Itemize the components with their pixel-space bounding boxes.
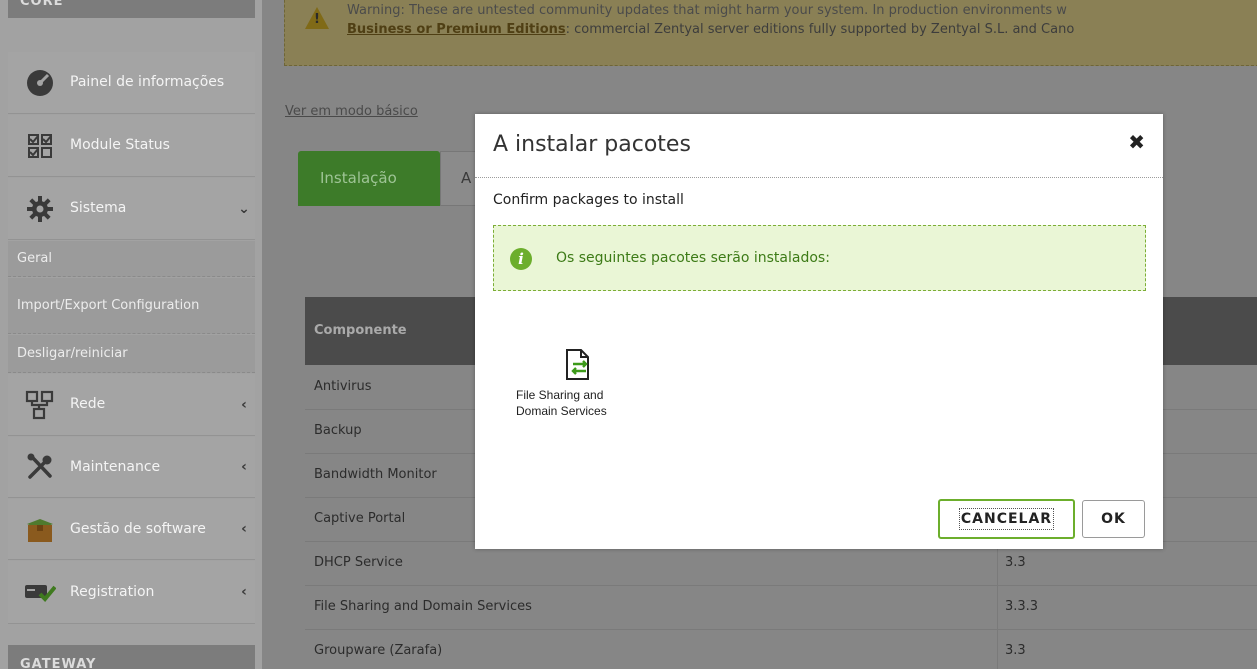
warning-text: Warning: These are untested community up…	[347, 3, 1067, 18]
sidebar-item-sistema[interactable]: Sistema ⌄	[8, 178, 255, 240]
warning-icon: !	[305, 7, 329, 29]
dialog-subtitle: Confirm packages to install	[493, 192, 684, 208]
sidebar-section-gateway: GATEWAY	[8, 645, 255, 669]
basic-mode-link[interactable]: Ver em modo básico	[285, 104, 418, 119]
sidebar-item-registration[interactable]: Registration ‹	[8, 561, 255, 624]
chevron-left-icon: ‹	[241, 521, 247, 537]
file-sharing-icon	[564, 349, 592, 381]
sidebar-subitem-import-export[interactable]: Import/Export Configuration	[8, 278, 255, 334]
editions-link[interactable]: Business or Premium Editions	[347, 22, 566, 37]
sidebar-subitem-shutdown[interactable]: Desligar/reiniciar	[8, 335, 255, 373]
chevron-left-icon: ‹	[241, 459, 247, 475]
sidebar-item-label: Module Status	[70, 137, 170, 153]
sidebar-item-rede[interactable]: Rede ‹	[8, 374, 255, 436]
install-packages-dialog: A instalar pacotes ✖ Confirm packages to…	[475, 114, 1163, 549]
sidebar-item-label: Sistema	[70, 200, 127, 216]
info-text: Os seguintes pacotes serão instalados:	[556, 250, 830, 266]
table-row: Groupware (Zarafa) 3.3	[305, 630, 1257, 669]
sidebar-item-label: Registration	[70, 583, 155, 600]
sidebar-item-module-status[interactable]: Module Status	[8, 115, 255, 177]
dialog-title: A instalar pacotes	[493, 132, 691, 157]
network-icon	[20, 389, 60, 421]
info-icon: i	[510, 248, 532, 270]
sidebar-item-label: Maintenance	[70, 458, 161, 475]
chevron-left-icon: ‹	[241, 584, 247, 600]
sidebar-item-dashboard[interactable]: Painel de informações	[8, 52, 255, 114]
cancel-button[interactable]: CANCELAR	[938, 499, 1075, 539]
package-item: File Sharing and Domain Services	[508, 349, 648, 419]
software-box-icon	[20, 513, 60, 545]
sidebar-section-core: CORE	[8, 0, 255, 18]
sidebar-subitem-geral[interactable]: Geral	[8, 241, 255, 277]
chevron-down-icon: ⌄	[238, 200, 250, 217]
tab-other[interactable]: A	[440, 151, 480, 206]
chevron-left-icon: ‹	[241, 396, 247, 413]
dialog-divider	[475, 177, 1163, 178]
package-label: File Sharing and Domain Services	[516, 388, 607, 418]
warning-text-line2: Business or Premium Editions: commercial…	[347, 22, 1075, 37]
gear-icon	[20, 193, 60, 225]
close-icon[interactable]: ✖	[1128, 130, 1145, 154]
sidebar-item-label: Gestão de software	[70, 520, 206, 537]
ok-button[interactable]: OK	[1082, 500, 1145, 538]
table-row: File Sharing and Domain Services 3.3.3	[305, 586, 1257, 630]
info-box: i Os seguintes pacotes serão instalados:	[493, 225, 1146, 291]
sidebar-item-software[interactable]: Gestão de software ‹	[8, 499, 255, 560]
dashboard-icon	[20, 67, 60, 99]
warning-box: ! Warning: These are untested community …	[284, 0, 1257, 66]
checkbox-grid-icon	[20, 130, 60, 162]
column-header-component: Componente	[314, 323, 407, 338]
sidebar-item-maintenance[interactable]: Maintenance ‹	[8, 437, 255, 498]
sidebar-item-label: Painel de informações	[70, 74, 225, 90]
registration-icon	[20, 576, 60, 608]
tab-installation[interactable]: Instalação	[298, 151, 440, 206]
sidebar-item-label: Rede	[70, 396, 106, 412]
tools-icon	[20, 451, 60, 483]
sidebar: CORE Painel de informações Module Status…	[0, 0, 262, 669]
